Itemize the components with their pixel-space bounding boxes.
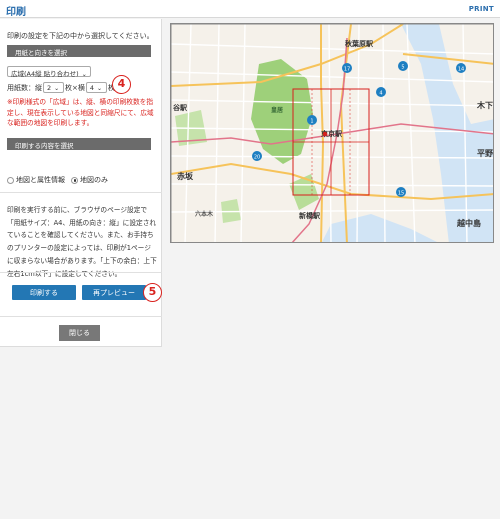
route-number: 1 bbox=[310, 119, 313, 125]
sheet-count-row: 用紙数：縦 2 ⌄ 枚×横 4 ⌄ 枚 bbox=[7, 82, 115, 93]
route-number: 20 bbox=[254, 155, 260, 161]
chevron-down-icon: ⌄ bbox=[81, 71, 87, 78]
paper-section-header: 用紙と向きを選択 bbox=[7, 45, 151, 57]
label-hirai: 平野 bbox=[477, 149, 493, 158]
sheets-horizontal-select[interactable]: 4 ⌄ bbox=[85, 82, 107, 93]
note-text: 印刷様式の「広域」は、縦、横の印刷枚数を指定し、現在表示している地図と同縮尺にて… bbox=[7, 98, 154, 127]
page-title: 印刷 bbox=[6, 7, 26, 18]
print-link[interactable]: PRINT bbox=[469, 5, 494, 13]
divider bbox=[0, 192, 162, 193]
label-imperial-palace: 皇居 bbox=[271, 106, 283, 114]
route-number: 17 bbox=[344, 67, 350, 73]
print-button[interactable]: 印刷する bbox=[12, 285, 76, 300]
radio-map-and-attributes[interactable] bbox=[7, 176, 14, 184]
paper-orientation-value: 広域(A4縦 貼り合わせ) bbox=[11, 70, 79, 78]
chevron-down-icon: ⌄ bbox=[54, 85, 60, 92]
route-number: 15 bbox=[398, 191, 404, 197]
map-canvas: 17 5 4 14 1 20 15 秋葉原駅 東京駅 新橋駅 赤坂 平野 木下 … bbox=[171, 24, 493, 242]
label-shinbashi: 新橋駅 bbox=[299, 211, 321, 220]
wide-area-note: ※印刷様式の「広域」は、縦、横の印刷枚数を指定し、現在表示している地図と同縮尺に… bbox=[7, 97, 157, 129]
content-section-header: 印刷する内容を選択 bbox=[7, 138, 151, 150]
chevron-down-icon: ⌄ bbox=[97, 85, 103, 92]
close-button[interactable]: 閉じる bbox=[59, 325, 100, 341]
sheets-vertical-value: 2 bbox=[47, 84, 52, 92]
intro-text: 印刷の設定を下記の中から選択してください。 bbox=[7, 32, 154, 40]
label-roppongi: 六本木 bbox=[195, 210, 214, 218]
re-preview-button[interactable]: 再プレビュー bbox=[82, 285, 146, 300]
label-akihabara: 秋葉原駅 bbox=[345, 39, 374, 48]
radio-map-and-attributes-label: 地図と属性情報 bbox=[16, 176, 65, 184]
route-number: 14 bbox=[458, 67, 464, 73]
label-etchujima: 越中島 bbox=[456, 218, 481, 228]
radio-map-only-label: 地図のみ bbox=[80, 176, 108, 184]
paper-orientation-select[interactable]: 広域(A4縦 貼り合わせ) ⌄ bbox=[7, 66, 91, 78]
print-instructions: 印刷を実行する前に、ブラウザのページ設定で「用紙サイズ：A4、用紙の向き：縦」に… bbox=[7, 206, 157, 278]
step-4-badge: 4 bbox=[112, 75, 131, 94]
label-kiba: 木下 bbox=[476, 100, 493, 110]
label-akasaka: 赤坂 bbox=[177, 171, 194, 181]
route-number: 4 bbox=[379, 91, 382, 97]
divider bbox=[0, 272, 162, 273]
header-bar: 印刷 PRINT bbox=[0, 0, 500, 18]
settings-panel: 印刷の設定を下記の中から選択してください。 用紙と向きを選択 広域(A4縦 貼り… bbox=[0, 19, 162, 347]
sheets-label-horizontal: 枚×横 bbox=[65, 83, 85, 92]
sheets-horizontal-value: 4 bbox=[89, 84, 95, 92]
radio-map-only[interactable] bbox=[71, 176, 78, 184]
sheets-vertical-select[interactable]: 2 ⌄ bbox=[43, 82, 64, 93]
content-radio-group: 地図と属性情報 地図のみ bbox=[7, 175, 108, 185]
station-marker bbox=[322, 131, 328, 137]
sheets-label-vertical: 用紙数：縦 bbox=[7, 83, 42, 92]
route-number: 5 bbox=[401, 65, 404, 71]
map-preview[interactable]: 17 5 4 14 1 20 15 秋葉原駅 東京駅 新橋駅 赤坂 平野 木下 … bbox=[170, 23, 494, 243]
label-ichigaya: 谷駅 bbox=[173, 103, 188, 112]
divider bbox=[0, 316, 162, 317]
step-5-badge: 5 bbox=[143, 283, 162, 302]
